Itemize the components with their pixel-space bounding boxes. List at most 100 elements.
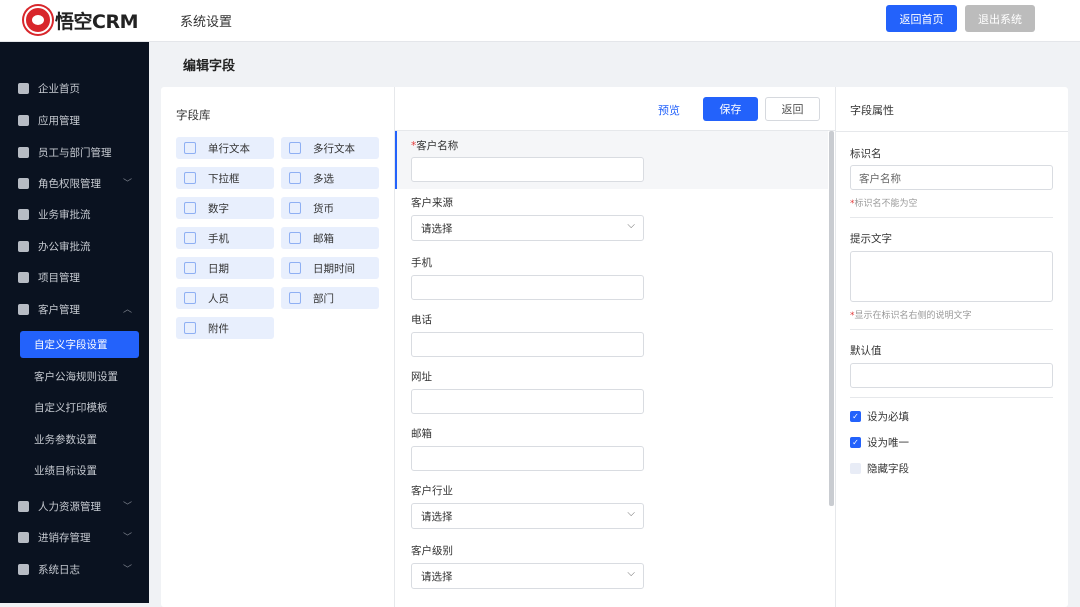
list-icon	[18, 272, 29, 283]
sidebar-subitem[interactable]: 自定义打印模板	[20, 394, 139, 421]
home-button[interactable]: 返回首页	[886, 5, 957, 32]
field-type-item[interactable]: 多行文本	[281, 137, 379, 159]
field-type-icon	[289, 292, 301, 304]
form-scrollbar[interactable]	[829, 131, 834, 506]
sidebar-item[interactable]: 人力资源管理 ﹀	[0, 494, 149, 518]
name-hint: 标识名不能为空	[855, 199, 918, 209]
sidebar-subitem[interactable]: 业绩目标设置	[20, 457, 139, 484]
sidebar-item[interactable]: 角色权限管理﹀	[0, 171, 149, 195]
checkbox-label: 设为必填	[867, 409, 909, 424]
sidebar-item-label: 项目管理	[38, 270, 80, 285]
label-text: 客户来源	[411, 197, 453, 209]
field-type-icon	[184, 202, 196, 214]
checkbox-checked-icon[interactable]: ✓	[850, 437, 861, 448]
page-title: 编辑字段	[183, 55, 235, 74]
field-type-item[interactable]: 货币	[281, 197, 379, 219]
sidebar-subitem[interactable]: 业务参数设置	[20, 426, 139, 453]
save-button[interactable]: 保存	[703, 97, 758, 121]
sidebar-item[interactable]: 办公审批流	[0, 234, 149, 258]
tip-label: 提示文字	[850, 231, 892, 246]
field-type-label: 日期	[208, 261, 229, 276]
form-field-label: *客户名称	[411, 138, 458, 153]
divider	[850, 397, 1053, 398]
sidebar-item-label: 应用管理	[38, 113, 80, 128]
checkbox-label: 设为唯一	[867, 435, 909, 450]
divider	[836, 131, 1068, 132]
form-input[interactable]	[411, 332, 644, 357]
sidebar-item-label: 人力资源管理	[38, 499, 101, 514]
label-text: 网址	[411, 371, 432, 383]
sidebar-item[interactable]: 企业首页	[0, 76, 149, 100]
form-field-label: 电话	[411, 312, 432, 327]
user-icon	[18, 241, 29, 252]
field-type-icon	[184, 292, 196, 304]
field-type-label: 部门	[313, 291, 334, 306]
sidebar-subitem[interactable]: 客户公海规则设置	[20, 363, 139, 390]
field-type-item[interactable]: 日期时间	[281, 257, 379, 279]
field-type-item[interactable]: 部门	[281, 287, 379, 309]
form-select[interactable]: 请选择⌵	[411, 563, 644, 589]
property-checkbox[interactable]: 隐藏字段	[850, 461, 909, 476]
sidebar-item[interactable]: 应用管理	[0, 108, 149, 132]
field-type-label: 附件	[208, 321, 229, 336]
default-input[interactable]	[850, 363, 1053, 388]
property-checkbox[interactable]: ✓ 设为唯一	[850, 435, 909, 450]
form-input[interactable]	[411, 275, 644, 300]
property-checkbox[interactable]: ✓ 设为必填	[850, 409, 909, 424]
field-type-label: 货币	[313, 201, 334, 216]
field-type-label: 日期时间	[313, 261, 355, 276]
form-select[interactable]: 请选择⌵	[411, 215, 644, 241]
label-text: 客户级别	[411, 545, 453, 557]
input-value: 请选择	[421, 221, 453, 236]
field-type-item[interactable]: 下拉框	[176, 167, 274, 189]
field-type-item[interactable]: 日期	[176, 257, 274, 279]
form-input[interactable]	[411, 157, 644, 182]
sidebar-item-label: 办公审批流	[38, 239, 91, 254]
sidebar-item[interactable]: 项目管理	[0, 265, 149, 289]
label-text: 客户行业	[411, 485, 453, 497]
users-icon	[18, 147, 29, 158]
field-type-item[interactable]: 附件	[176, 317, 274, 339]
chevron-icon: ﹀	[123, 530, 132, 543]
section-title: 系统设置	[180, 11, 232, 30]
field-type-item[interactable]: 单行文本	[176, 137, 274, 159]
field-type-item[interactable]: 手机	[176, 227, 274, 249]
tip-hint: 显示在标识名右侧的说明文字	[855, 311, 972, 321]
name-label: 标识名	[850, 146, 882, 161]
checkbox-checked-icon[interactable]: ✓	[850, 411, 861, 422]
field-type-label: 数字	[208, 201, 229, 216]
sidebar-item-label: 角色权限管理	[38, 176, 101, 191]
field-type-icon	[289, 172, 301, 184]
form-field-label: 客户行业	[411, 483, 453, 498]
field-type-item[interactable]: 邮箱	[281, 227, 379, 249]
field-type-icon	[289, 202, 301, 214]
checkbox-unchecked-icon[interactable]	[850, 463, 861, 474]
field-type-item[interactable]: 数字	[176, 197, 274, 219]
monkey-logo-icon	[24, 6, 52, 34]
divider	[850, 329, 1053, 330]
sidebar-item[interactable]: 系统日志﹀	[0, 557, 149, 581]
back-button[interactable]: 返回	[765, 97, 820, 121]
form-input[interactable]	[411, 389, 644, 414]
sidebar-item[interactable]: 业务审批流	[0, 202, 149, 226]
sidebar-item[interactable]: 员工与部门管理	[0, 140, 149, 164]
field-type-item[interactable]: 人员	[176, 287, 274, 309]
field-type-item[interactable]: 多选	[281, 167, 379, 189]
form-select[interactable]: 请选择⌵	[411, 503, 644, 529]
label-text: 手机	[411, 257, 432, 269]
sidebar-item[interactable]: 客户管理︿	[0, 297, 149, 321]
chevron-icon: ﹀	[123, 499, 132, 512]
tip-textarea[interactable]	[850, 251, 1053, 302]
field-type-icon	[289, 232, 301, 244]
sidebar-item[interactable]: 进销存管理﹀	[0, 525, 149, 549]
exit-button[interactable]: 退出系统	[965, 5, 1035, 32]
sidebar-subitem[interactable]: 自定义字段设置	[20, 331, 139, 358]
label-text: 客户名称	[416, 140, 458, 152]
name-input[interactable]: 客户名称	[850, 165, 1053, 190]
logo[interactable]: 悟空CRM	[24, 6, 138, 34]
hr-icon	[18, 501, 29, 512]
preview-link[interactable]: 预览	[658, 102, 680, 118]
chevron-down-icon: ⌵	[627, 508, 635, 519]
form-input[interactable]	[411, 446, 644, 471]
user-icon	[18, 209, 29, 220]
